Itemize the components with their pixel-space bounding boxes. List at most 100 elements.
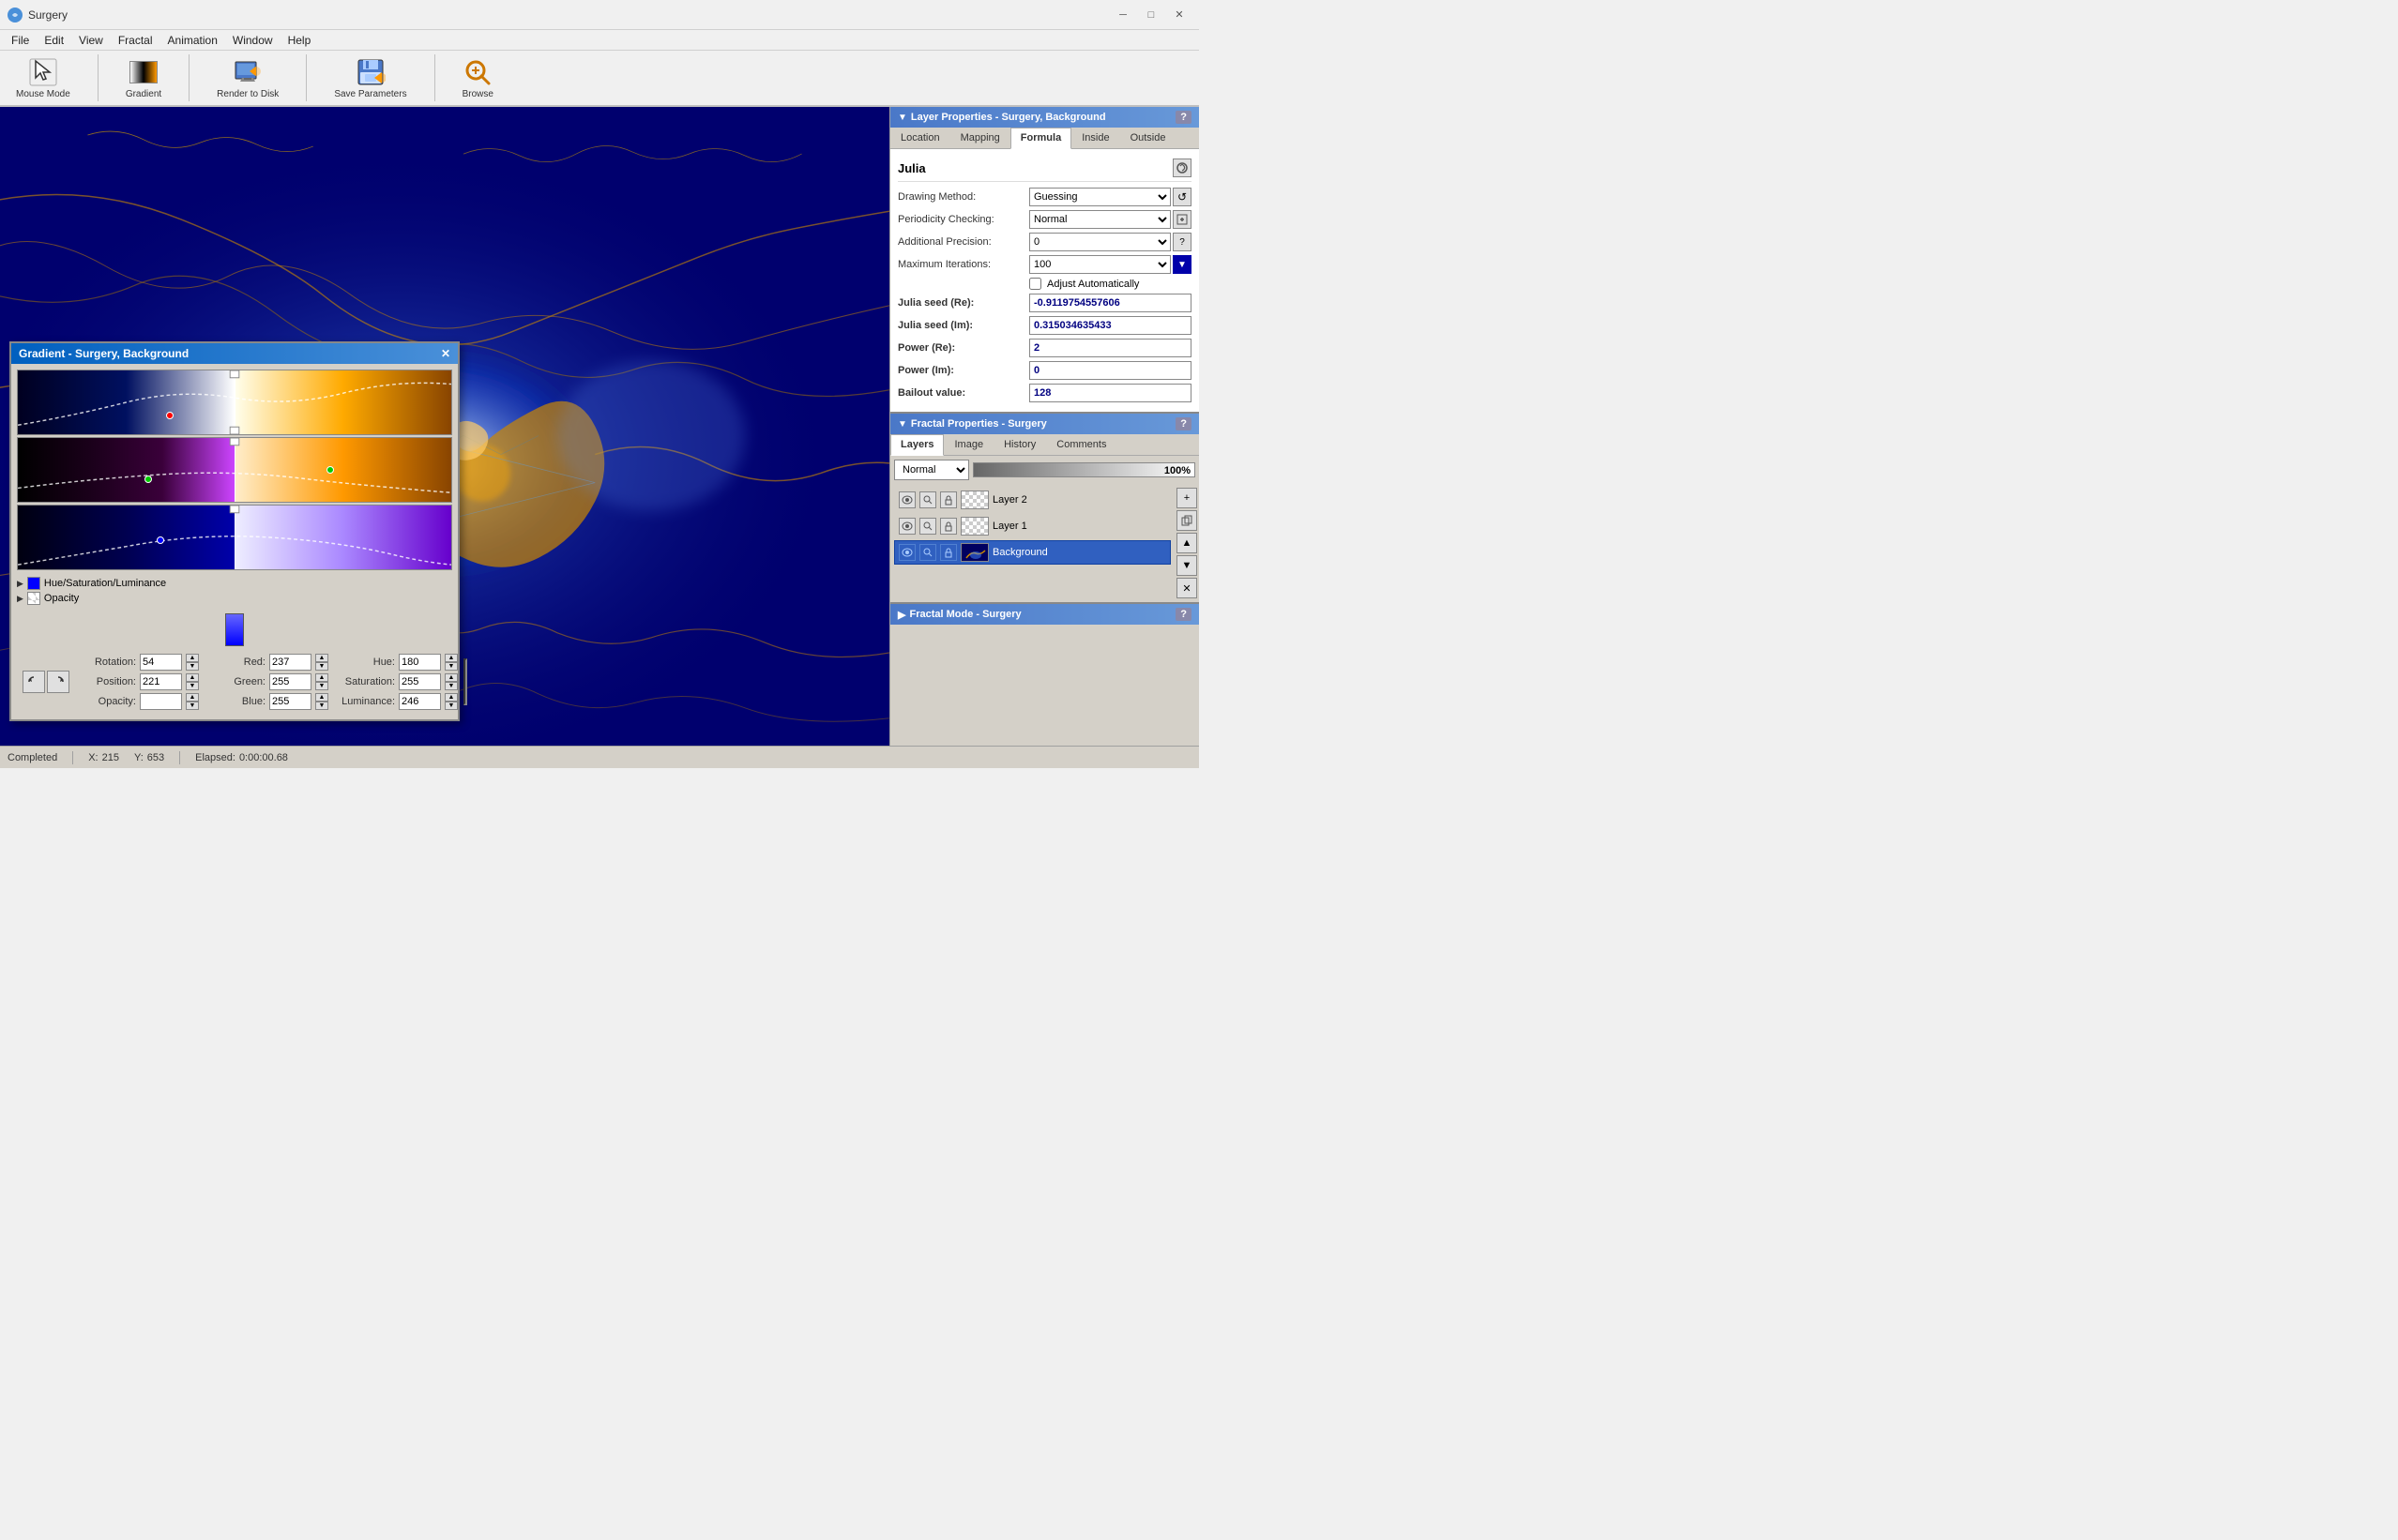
opacity-up[interactable]: ▲ xyxy=(186,693,199,702)
max-iter-select[interactable]: 100 xyxy=(1029,255,1171,274)
menu-fractal[interactable]: Fractal xyxy=(111,32,160,49)
blend-mode-select[interactable]: Normal xyxy=(894,460,969,480)
menu-window[interactable]: Window xyxy=(225,32,281,49)
saturation-up[interactable]: ▲ xyxy=(445,673,458,682)
layer1-lock-icon[interactable] xyxy=(940,518,957,535)
mouse-mode-button[interactable]: Mouse Mode xyxy=(8,53,79,104)
drawing-method-select[interactable]: Guessing xyxy=(1029,188,1171,206)
luminance-up[interactable]: ▲ xyxy=(445,693,458,702)
layer-item-layer2[interactable]: Layer 2 xyxy=(894,488,1171,512)
layer-properties-header[interactable]: ▼ Layer Properties - Surgery, Background… xyxy=(890,107,1199,128)
blue-down[interactable]: ▼ xyxy=(315,702,328,710)
layer1-search-icon[interactable] xyxy=(919,518,936,535)
rotate-left-button[interactable] xyxy=(23,671,45,693)
layer-properties-help-button[interactable]: ? xyxy=(1176,111,1191,124)
color-dot-green2[interactable] xyxy=(326,466,334,474)
rotation-up[interactable]: ▲ xyxy=(186,654,199,662)
save-button[interactable]: Save Parameters xyxy=(326,53,415,104)
layer-item-layer1[interactable]: Layer 1 xyxy=(894,514,1171,538)
green-down[interactable]: ▼ xyxy=(315,682,328,690)
bg-search-icon[interactable] xyxy=(919,544,936,561)
hue-input[interactable] xyxy=(399,654,441,671)
color-dot-blue[interactable] xyxy=(157,536,164,544)
red-input[interactable] xyxy=(269,654,311,671)
green-input[interactable] xyxy=(269,673,311,690)
menu-file[interactable]: File xyxy=(4,32,37,49)
fp-tab-layers[interactable]: Layers xyxy=(890,434,944,456)
fractal-mode-header[interactable]: ▶ Fractal Mode - Surgery ? xyxy=(890,604,1199,625)
tab-outside[interactable]: Outside xyxy=(1120,128,1176,148)
position-down[interactable]: ▼ xyxy=(186,682,199,690)
red-down[interactable]: ▼ xyxy=(315,662,328,671)
hue-down[interactable]: ▼ xyxy=(445,662,458,671)
power-re-input[interactable] xyxy=(1029,339,1191,357)
saturation-input[interactable] xyxy=(399,673,441,690)
layer2-search-icon[interactable] xyxy=(919,491,936,508)
color-dot-red[interactable] xyxy=(166,412,174,419)
blue-up[interactable]: ▲ xyxy=(315,693,328,702)
green-up[interactable]: ▲ xyxy=(315,673,328,682)
gradient-panel-title[interactable]: Gradient - Surgery, Background ✕ xyxy=(11,343,458,364)
precision-help-button[interactable]: ? xyxy=(1173,233,1191,251)
maximize-button[interactable]: □ xyxy=(1139,6,1163,24)
rotate-right-button[interactable] xyxy=(47,671,69,693)
rotation-down[interactable]: ▼ xyxy=(186,662,199,671)
bg-eye-icon[interactable] xyxy=(899,544,916,561)
fractal-mode-help-button[interactable]: ? xyxy=(1176,608,1191,621)
tab-location[interactable]: Location xyxy=(890,128,950,148)
hsl-label-item[interactable]: ▶ Hue/Saturation/Luminance xyxy=(17,576,452,591)
formula-icon-btn[interactable] xyxy=(1173,159,1191,177)
canvas-area[interactable]: Gradient - Surgery, Background ✕ xyxy=(0,107,889,746)
max-iter-down-button[interactable]: ▼ xyxy=(1173,255,1191,274)
close-button[interactable]: ✕ xyxy=(1167,6,1191,24)
drawing-method-refresh-button[interactable]: ↺ xyxy=(1173,188,1191,206)
layer2-eye-icon[interactable] xyxy=(899,491,916,508)
move-down-button[interactable]: ▼ xyxy=(1176,555,1197,576)
julia-re-input[interactable] xyxy=(1029,294,1191,312)
saturation-down[interactable]: ▼ xyxy=(445,682,458,690)
minimize-button[interactable]: ─ xyxy=(1111,6,1135,24)
color-dot-green[interactable] xyxy=(144,476,152,483)
position-up[interactable]: ▲ xyxy=(186,673,199,682)
bg-lock-icon[interactable] xyxy=(940,544,957,561)
hue-up[interactable]: ▲ xyxy=(445,654,458,662)
julia-im-input[interactable] xyxy=(1029,316,1191,335)
fp-tab-comments[interactable]: Comments xyxy=(1046,434,1116,455)
adjust-auto-checkbox[interactable] xyxy=(1029,278,1041,290)
menu-view[interactable]: View xyxy=(71,32,111,49)
power-im-input[interactable] xyxy=(1029,361,1191,380)
position-input[interactable] xyxy=(140,673,182,690)
gradient-row1[interactable] xyxy=(17,370,452,435)
gradient-row3[interactable] xyxy=(17,505,452,570)
tab-mapping[interactable]: Mapping xyxy=(950,128,1010,148)
fp-tab-history[interactable]: History xyxy=(994,434,1046,455)
browse-button[interactable]: Browse xyxy=(454,53,502,104)
menu-help[interactable]: Help xyxy=(281,32,319,49)
move-up-button[interactable]: ▲ xyxy=(1176,533,1197,553)
color-slider[interactable] xyxy=(225,613,244,646)
tab-inside[interactable]: Inside xyxy=(1071,128,1119,148)
layer2-lock-icon[interactable] xyxy=(940,491,957,508)
tab-formula[interactable]: Formula xyxy=(1010,128,1071,149)
delete-layer-button[interactable]: ✕ xyxy=(1176,578,1197,598)
menu-edit[interactable]: Edit xyxy=(37,32,71,49)
render-button[interactable]: Render to Disk xyxy=(208,53,287,104)
bailout-input[interactable] xyxy=(1029,384,1191,402)
copy-layer-button[interactable] xyxy=(1176,510,1197,531)
fractal-properties-help-button[interactable]: ? xyxy=(1176,417,1191,430)
menu-animation[interactable]: Animation xyxy=(160,32,225,49)
fractal-properties-header[interactable]: ▼ Fractal Properties - Surgery ? xyxy=(890,414,1199,434)
layer-item-background[interactable]: Background xyxy=(894,540,1171,565)
luminance-input[interactable] xyxy=(399,693,441,710)
red-up[interactable]: ▲ xyxy=(315,654,328,662)
add-layer-button[interactable]: + xyxy=(1176,488,1197,508)
gradient-row2[interactable] xyxy=(17,437,452,503)
gradient-panel-close-icon[interactable]: ✕ xyxy=(441,347,450,360)
opacity-input[interactable] xyxy=(140,693,182,710)
opacity-down[interactable]: ▼ xyxy=(186,702,199,710)
layer1-eye-icon[interactable] xyxy=(899,518,916,535)
luminance-down[interactable]: ▼ xyxy=(445,702,458,710)
precision-select[interactable]: 0 xyxy=(1029,233,1171,251)
opacity-label-item[interactable]: ▶ Opacity xyxy=(17,591,452,606)
periodicity-icon-button[interactable] xyxy=(1173,210,1191,229)
